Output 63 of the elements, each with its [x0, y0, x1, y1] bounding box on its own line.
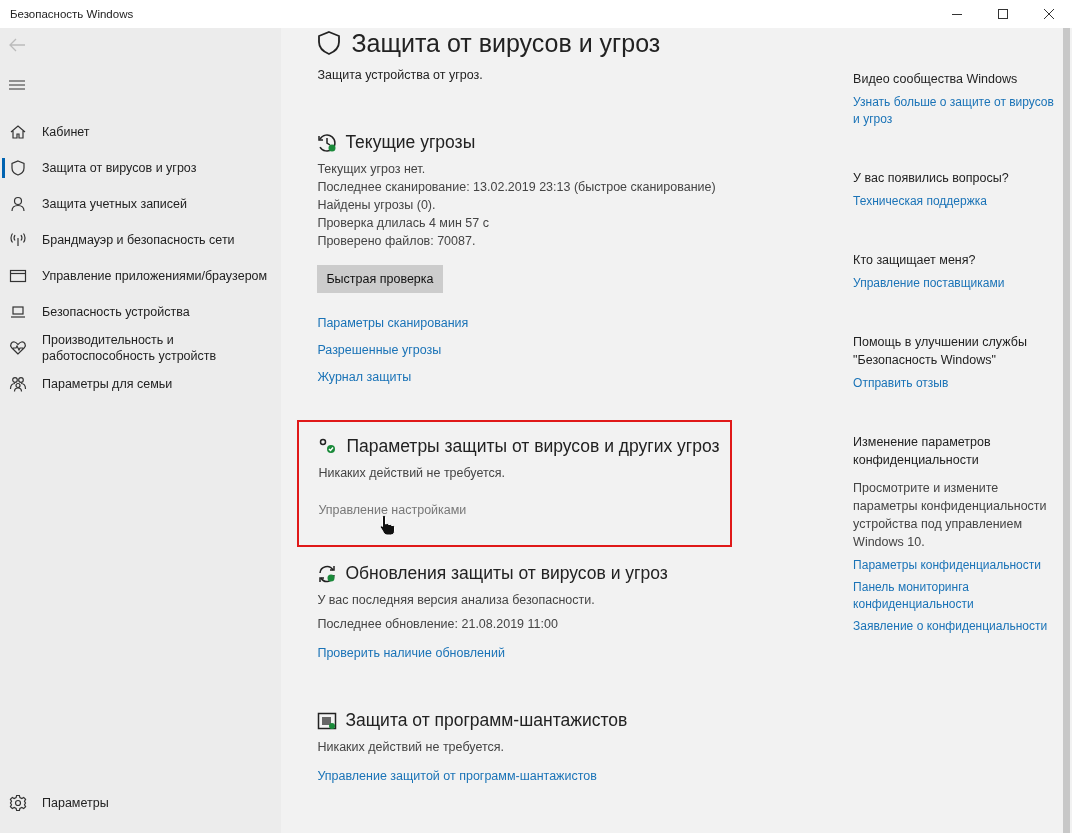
page-subtitle: Защита устройства от угроз. — [317, 68, 483, 82]
home-icon — [9, 123, 27, 141]
window-title: Безопасность Windows — [10, 8, 134, 20]
aside-heading: Кто защищает меня? — [853, 252, 976, 269]
status-text: Последнее обновление: 21.08.2019 11:00 — [317, 616, 558, 632]
shield-icon — [9, 159, 27, 177]
link[interactable]: Управление поставщиками — [853, 275, 1005, 292]
sidebar-item[interactable]: Кабинет — [0, 114, 282, 150]
link[interactable]: Параметры сканирования — [317, 316, 469, 330]
link[interactable]: Журнал защиты — [317, 370, 412, 384]
antenna-icon — [9, 231, 27, 249]
section-title: Обновления защиты от вирусов и угроз — [345, 563, 668, 584]
person-icon — [9, 195, 27, 213]
close-icon — [1044, 9, 1054, 19]
link[interactable]: Техническая поддержка — [853, 193, 987, 210]
sidebar-item[interactable]: Параметры для семьи — [0, 366, 282, 402]
status-text: У вас последняя версия анализа безопасности. — [317, 592, 595, 608]
aside-heading: У вас появились вопросы? — [853, 170, 1009, 187]
status-text: Найдены угрозы (0). — [317, 197, 436, 213]
sidebar-item[interactable]: Управление приложениями/браузером — [0, 258, 282, 294]
sidebar-item[interactable]: Безопасность устройства — [0, 294, 282, 330]
scrollbar[interactable] — [1063, 28, 1070, 833]
status-text: Проверено файлов: 70087. — [317, 233, 476, 249]
sidebar-item[interactable]: Защита учетных записей — [0, 186, 282, 222]
status-text: Текущих угроз нет. — [317, 161, 426, 177]
back-arrow-icon — [9, 38, 25, 52]
settings-item[interactable]: Параметры — [0, 785, 282, 821]
settings-icon — [9, 794, 27, 812]
status-text: Последнее сканирование: 13.02.2019 23:13 (быстрое сканирование) — [317, 179, 716, 195]
section-title: Защита от программ-шантажистов — [345, 710, 628, 731]
status-text: Никаких действий не требуется. — [317, 739, 504, 755]
status-text: Проверка длилась 4 мин 57 с — [317, 215, 489, 231]
sidebar-item[interactable]: Брандмауэр и безопасность сети — [0, 222, 282, 258]
link[interactable]: Проверить наличие обновлений — [317, 646, 505, 660]
heart-icon — [9, 339, 27, 357]
section-title: Текущие угрозы — [345, 132, 476, 153]
window-icon — [9, 267, 27, 285]
menu-icon — [9, 80, 25, 90]
people-icon — [9, 375, 27, 393]
maximize-icon — [998, 9, 1008, 19]
link[interactable]: Управление защитой от программ-шантажистов — [317, 769, 597, 783]
link[interactable]: Узнать больше о защите от вирусов и угроз — [853, 94, 1064, 128]
section-title: Параметры защиты от вирусов и других угроз — [346, 436, 720, 457]
folder-check-icon — [317, 710, 338, 731]
status-text: Никаких действий не требуется. — [318, 465, 505, 481]
link[interactable]: Параметры конфиденциальности — [853, 557, 1041, 574]
link[interactable]: Управление настройками — [318, 503, 467, 517]
aside-heading: Видео сообщества Windows — [853, 71, 1018, 88]
page-title: Защита от вирусов и угроз — [351, 28, 661, 58]
sidebar-item[interactable]: Защита от вирусов и угроз — [0, 150, 282, 186]
link[interactable]: Разрешенные угрозы — [317, 343, 442, 357]
aside-description: Просмотрите и измените параметры конфиденциальности устройства под управлением Windows 10. — [853, 480, 1048, 551]
link[interactable]: Заявление о конфиденциальности — [853, 618, 1048, 635]
clock-check-icon — [317, 132, 338, 153]
laptop-icon — [9, 303, 27, 321]
link[interactable]: Отправить отзыв — [853, 375, 949, 392]
aside-heading: Помощь в улучшении службы "Безопасность Windows" — [853, 334, 1028, 369]
sidebar-item[interactable]: Производительность и работоспособность устройств — [0, 330, 282, 366]
shield-icon — [317, 30, 342, 56]
refresh-check-icon — [317, 563, 338, 584]
aside-heading: Изменение параметров конфиденциальности — [853, 434, 992, 469]
quick-scan-button[interactable]: Быстрая проверка — [317, 265, 443, 293]
link[interactable]: Панель мониторинга конфиденциальности — [853, 579, 1064, 613]
